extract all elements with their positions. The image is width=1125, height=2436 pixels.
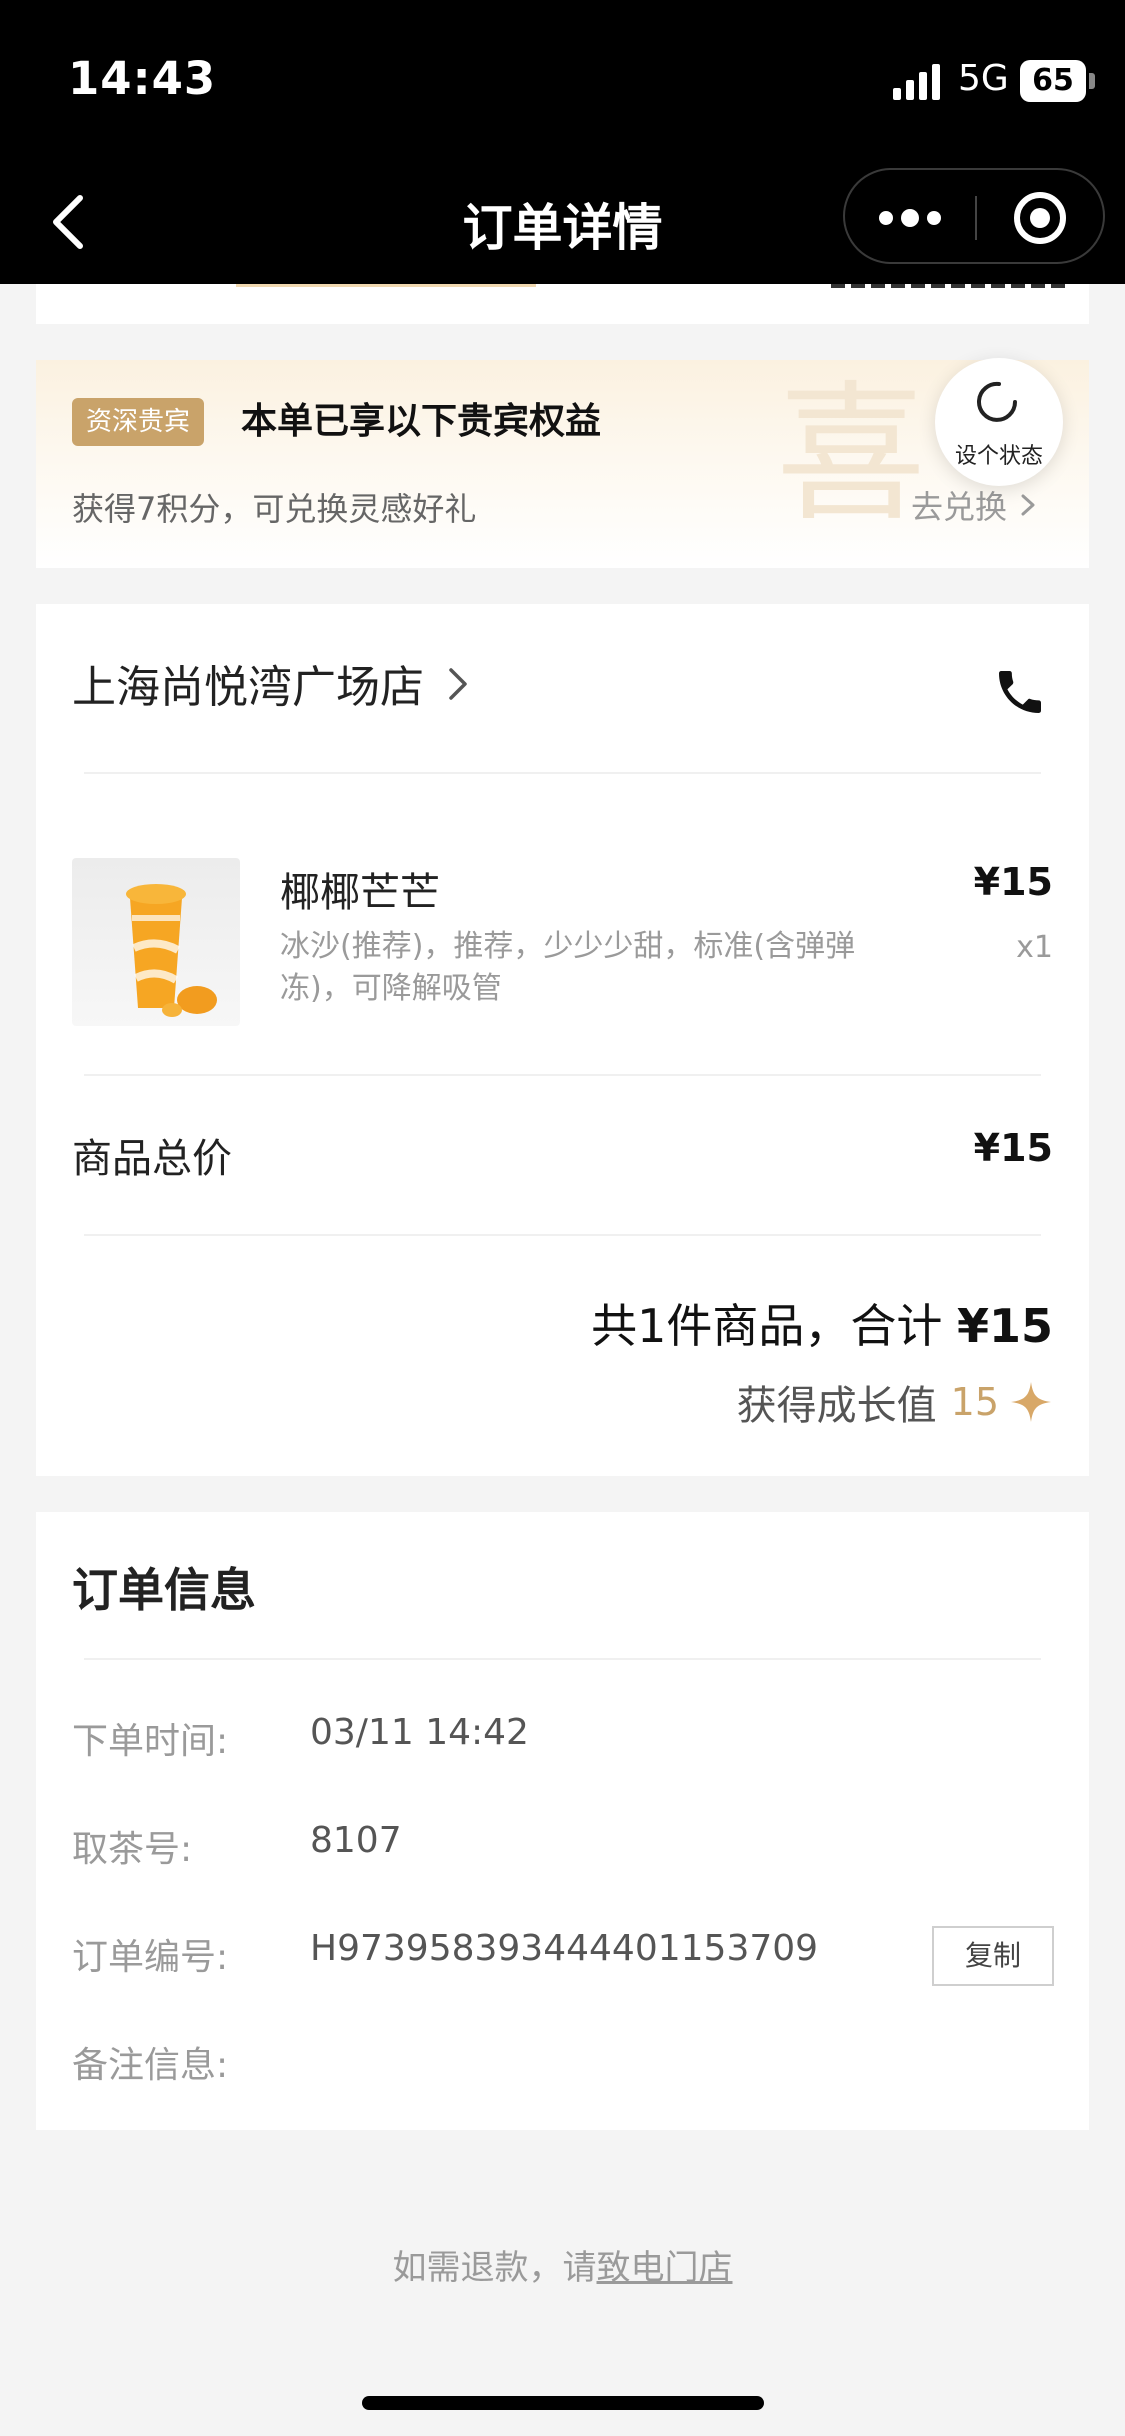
product-quantity: x1 — [1016, 930, 1053, 965]
growth-value: 15 — [950, 1380, 999, 1424]
pickup-number-value: 8107 — [310, 1820, 402, 1861]
more-button[interactable] — [845, 170, 975, 266]
order-time-label: 下单时间: — [72, 1721, 229, 1762]
vip-benefit-card: 喜 资深贵宾 本单已享以下贵宾权益 获得7积分，可兑换灵感好礼 去兑换 — [36, 360, 1089, 568]
vip-title: 本单已享以下贵宾权益 — [241, 401, 602, 442]
product-image — [72, 858, 240, 1026]
store-row: 上海尚悦湾广场店 — [36, 604, 1089, 772]
chevron-right-icon — [1021, 494, 1035, 516]
refresh-icon — [977, 381, 1017, 422]
status-bar: 14:43 5G 65 — [0, 0, 1125, 160]
growth-label: 获得成长值 — [736, 1383, 937, 1429]
total-prefix: 共1件商品，合计 — [591, 1299, 957, 1353]
phone-icon[interactable] — [992, 664, 1048, 720]
nav-bar: 订单详情 — [0, 160, 1125, 284]
home-indicator[interactable] — [362, 2396, 764, 2410]
total-amount: ¥15 — [956, 1299, 1053, 1353]
store-link[interactable]: 上海尚悦湾广场店 — [72, 656, 475, 720]
divider — [84, 772, 1041, 774]
subtotal-label: 商品总价 — [72, 1136, 232, 1182]
back-button[interactable] — [40, 182, 100, 262]
sliver-decoration — [236, 284, 536, 287]
growth-row: 获得成长值 15 — [737, 1372, 1053, 1432]
order-number-label: 订单编号: — [72, 1937, 229, 1978]
mini-program-capsule — [843, 168, 1105, 264]
order-time-value: 03/11 14:42 — [310, 1712, 529, 1753]
status-time: 14:43 — [68, 52, 217, 105]
product-name: 椰椰芒芒 — [280, 870, 440, 916]
mango-drink-icon — [126, 884, 217, 1017]
battery-tip — [1089, 73, 1095, 89]
store-name: 上海尚悦湾广场店 — [72, 662, 424, 713]
sparkle-icon — [1011, 1382, 1051, 1422]
subtotal-value: ¥15 — [973, 1126, 1053, 1170]
redeem-label: 去兑换 — [911, 488, 1008, 526]
chevron-left-icon — [53, 195, 83, 249]
pickup-number-label: 取茶号: — [72, 1829, 193, 1870]
order-card: 上海尚悦湾广场店 椰椰芒芒 冰沙(推荐)，推荐，少少少甜，标准(含弹弹冻)，可降… — [36, 604, 1089, 1476]
divider — [84, 1074, 1041, 1076]
sliver-decoration — [831, 284, 1071, 288]
copy-button[interactable]: 复制 — [932, 1926, 1054, 1986]
top-header: 14:43 5G 65 订单详情 — [0, 0, 1125, 284]
refund-prefix: 如需退款，请 — [392, 2248, 597, 2288]
order-total: 共1件商品，合计 ¥15 — [591, 1290, 1053, 1356]
more-dots-icon — [879, 209, 941, 227]
battery-icon: 65 — [1020, 60, 1096, 102]
product-price: ¥15 — [973, 860, 1053, 904]
close-miniprogram-button[interactable] — [977, 170, 1103, 266]
refund-hint: 如需退款，请致电门店 — [0, 2240, 1125, 2289]
battery-level: 65 — [1020, 60, 1086, 102]
chevron-right-icon — [449, 668, 467, 700]
vip-desc: 获得7积分，可兑换灵感好礼 — [72, 490, 477, 528]
redeem-link[interactable]: 去兑换 — [911, 482, 1041, 528]
call-store-link[interactable]: 致电门店 — [597, 2248, 733, 2288]
previous-card-edge — [36, 284, 1089, 324]
order-info-title: 订单信息 — [72, 1563, 256, 1617]
order-info-card: 订单信息 下单时间: 03/11 14:42 取茶号: 8107 订单编号: H… — [36, 1512, 1089, 2130]
signal-icon — [893, 64, 940, 100]
vip-badge: 资深贵宾 — [72, 398, 205, 446]
watermark-character: 喜 — [776, 368, 927, 542]
product-spec: 冰沙(推荐)，推荐，少少少甜，标准(含弹弹冻)，可降解吸管 — [280, 929, 856, 1006]
remark-label: 备注信息: — [72, 2045, 229, 2086]
order-number-value: H97395839344440115370​9 — [310, 1928, 819, 1969]
set-status-label: 设个状态 — [954, 444, 1043, 469]
set-status-button[interactable]: 设个状态 — [935, 358, 1063, 486]
divider — [84, 1234, 1041, 1236]
divider — [84, 1658, 1041, 1660]
network-label: 5G — [958, 58, 1009, 99]
target-icon — [1014, 192, 1066, 244]
